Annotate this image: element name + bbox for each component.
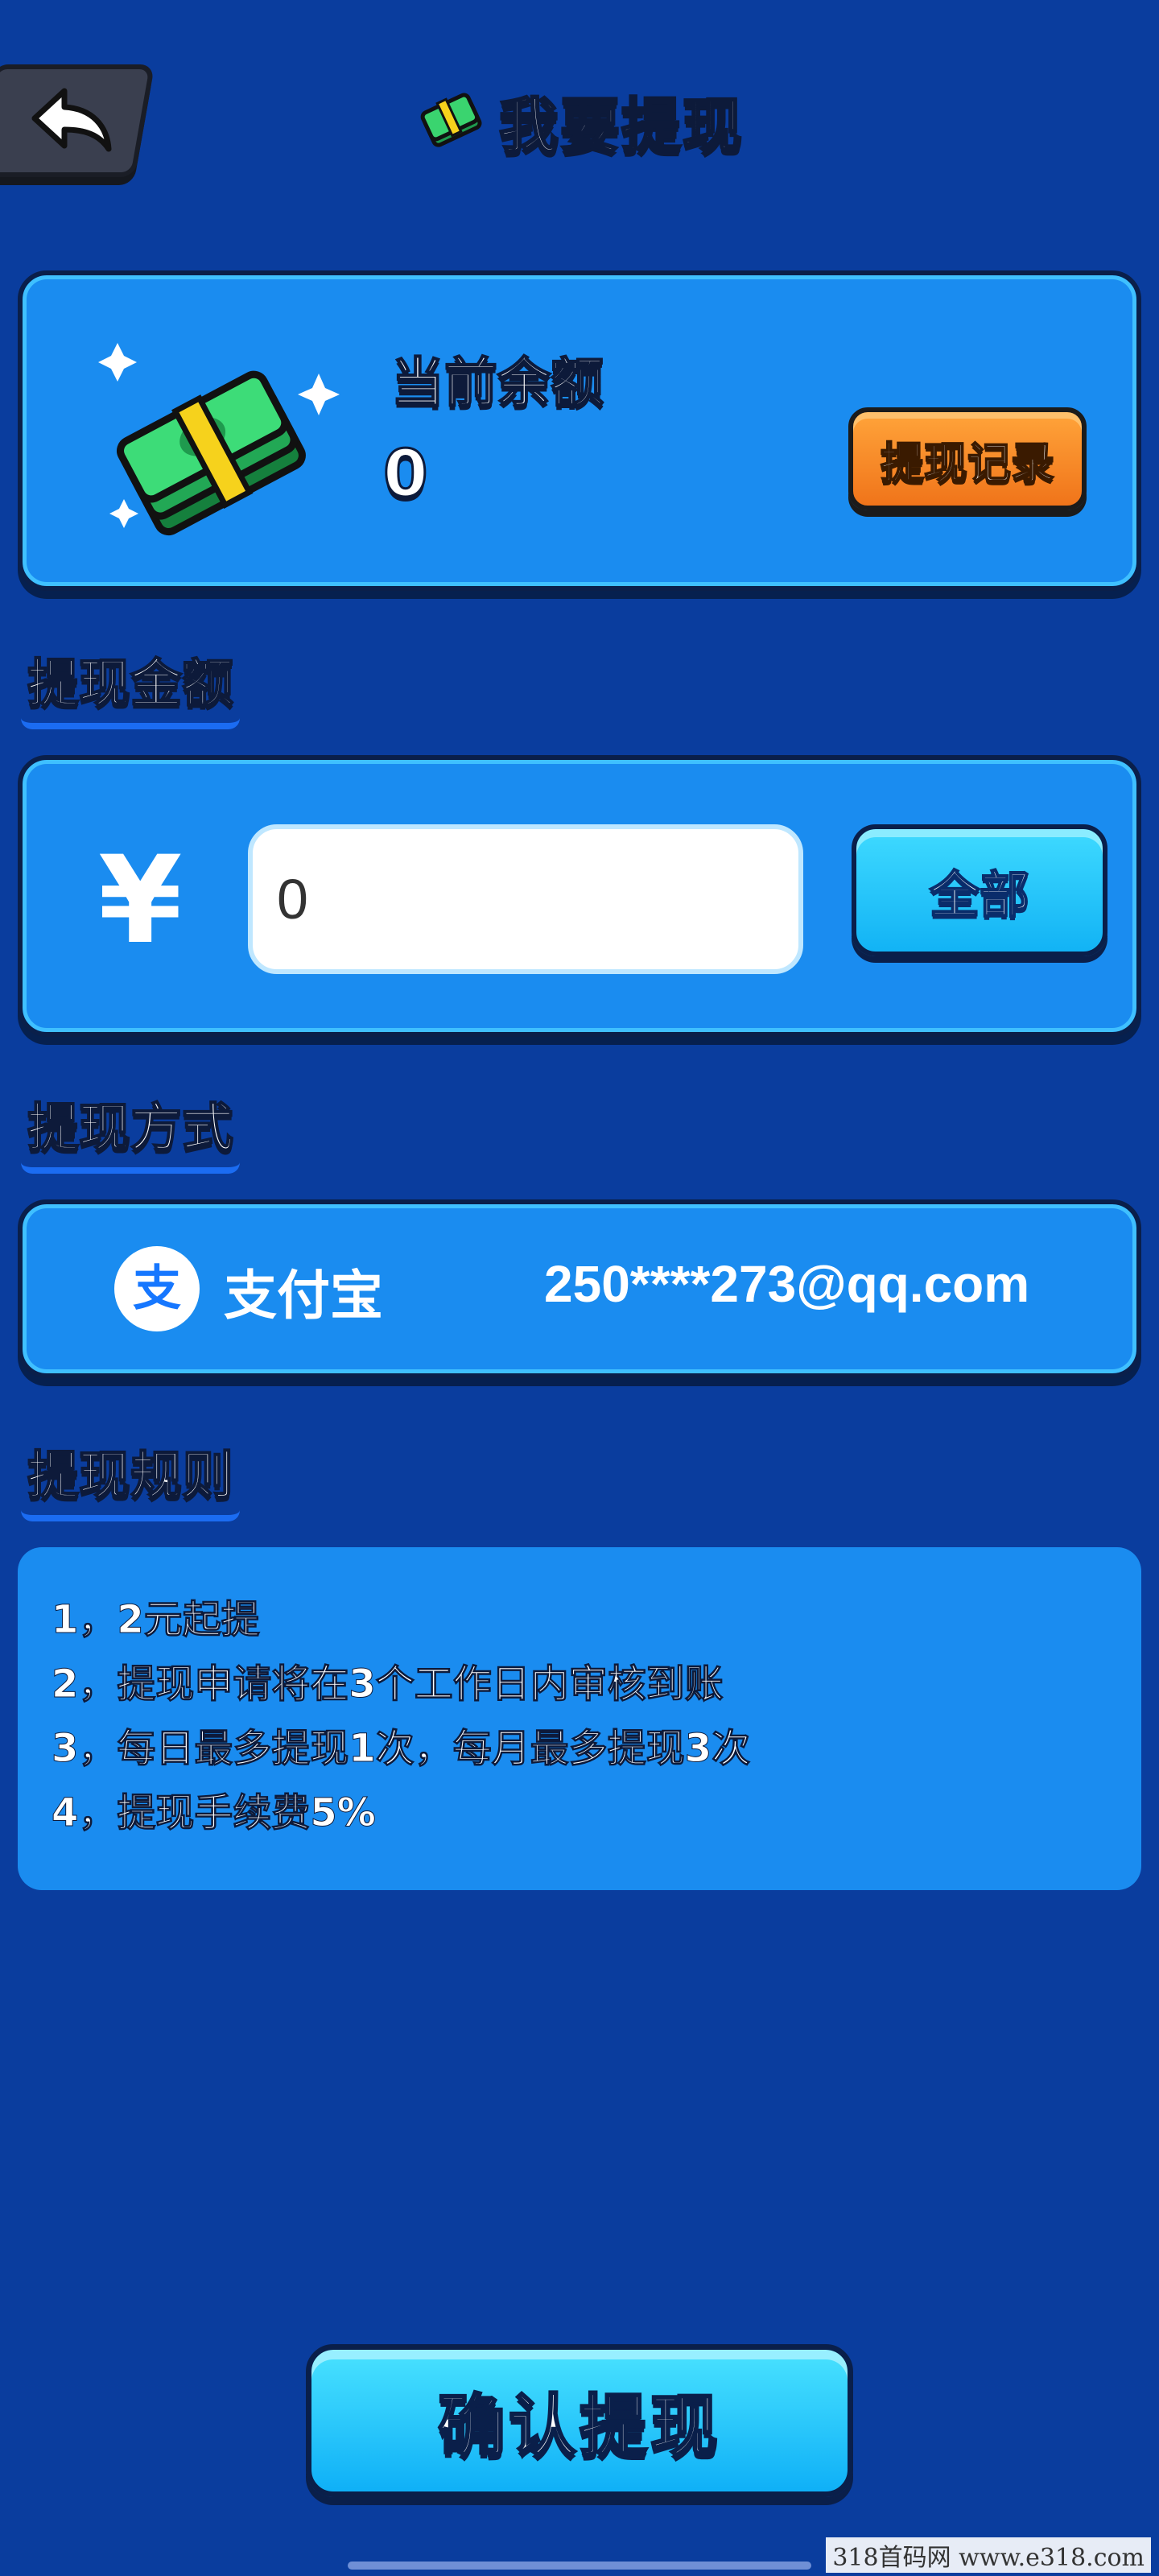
- money-stack-icon: [420, 93, 482, 147]
- svg-text:支: 支: [133, 1261, 181, 1317]
- amount-section-label: 提现金额: [21, 642, 240, 729]
- payment-method-card[interactable]: 支 支付宝 250****273@qq.com: [18, 1199, 1141, 1378]
- balance-label: 当前余额: [390, 351, 604, 415]
- balance-value: 0: [382, 436, 430, 513]
- page-title: 我要提现: [498, 90, 744, 162]
- rules-section-label: 提现规则: [21, 1435, 240, 1521]
- yen-icon: ¥: [98, 831, 183, 971]
- amount-card: ¥ 0 全部: [18, 755, 1141, 1037]
- home-indicator: [348, 2562, 811, 2570]
- page-header: 我要提现: [0, 76, 1159, 165]
- balance-card: 当前余额 0 提现记录: [18, 270, 1141, 591]
- withdraw-all-button[interactable]: 全部: [852, 824, 1107, 956]
- alipay-icon: 支: [114, 1246, 200, 1331]
- watermark: 318首码网 www.e318.com: [826, 2537, 1151, 2573]
- rule-item: 3，每日最多提现1次，每月最多提现3次: [52, 1726, 751, 1772]
- money-stack-icon: [98, 343, 340, 536]
- rule-item: 4，提现手续费5%: [52, 1790, 377, 1836]
- rules-card: 1，2元起提 2，提现申请将在3个工作日内审核到账 3，每日最多提现1次，每月最…: [18, 1547, 1141, 1890]
- withdrawal-history-button[interactable]: 提现记录: [848, 407, 1087, 510]
- rule-item: 2，提现申请将在3个工作日内审核到账: [52, 1662, 724, 1707]
- rule-item: 1，2元起提: [52, 1597, 261, 1643]
- amount-input[interactable]: 0: [248, 824, 803, 974]
- payment-provider-name: 支付宝: [224, 1265, 383, 1327]
- method-section-label: 提现方式: [21, 1087, 240, 1174]
- payment-account: 250****273@qq.com: [544, 1255, 1030, 1313]
- confirm-withdraw-button[interactable]: 确认提现: [306, 2344, 853, 2497]
